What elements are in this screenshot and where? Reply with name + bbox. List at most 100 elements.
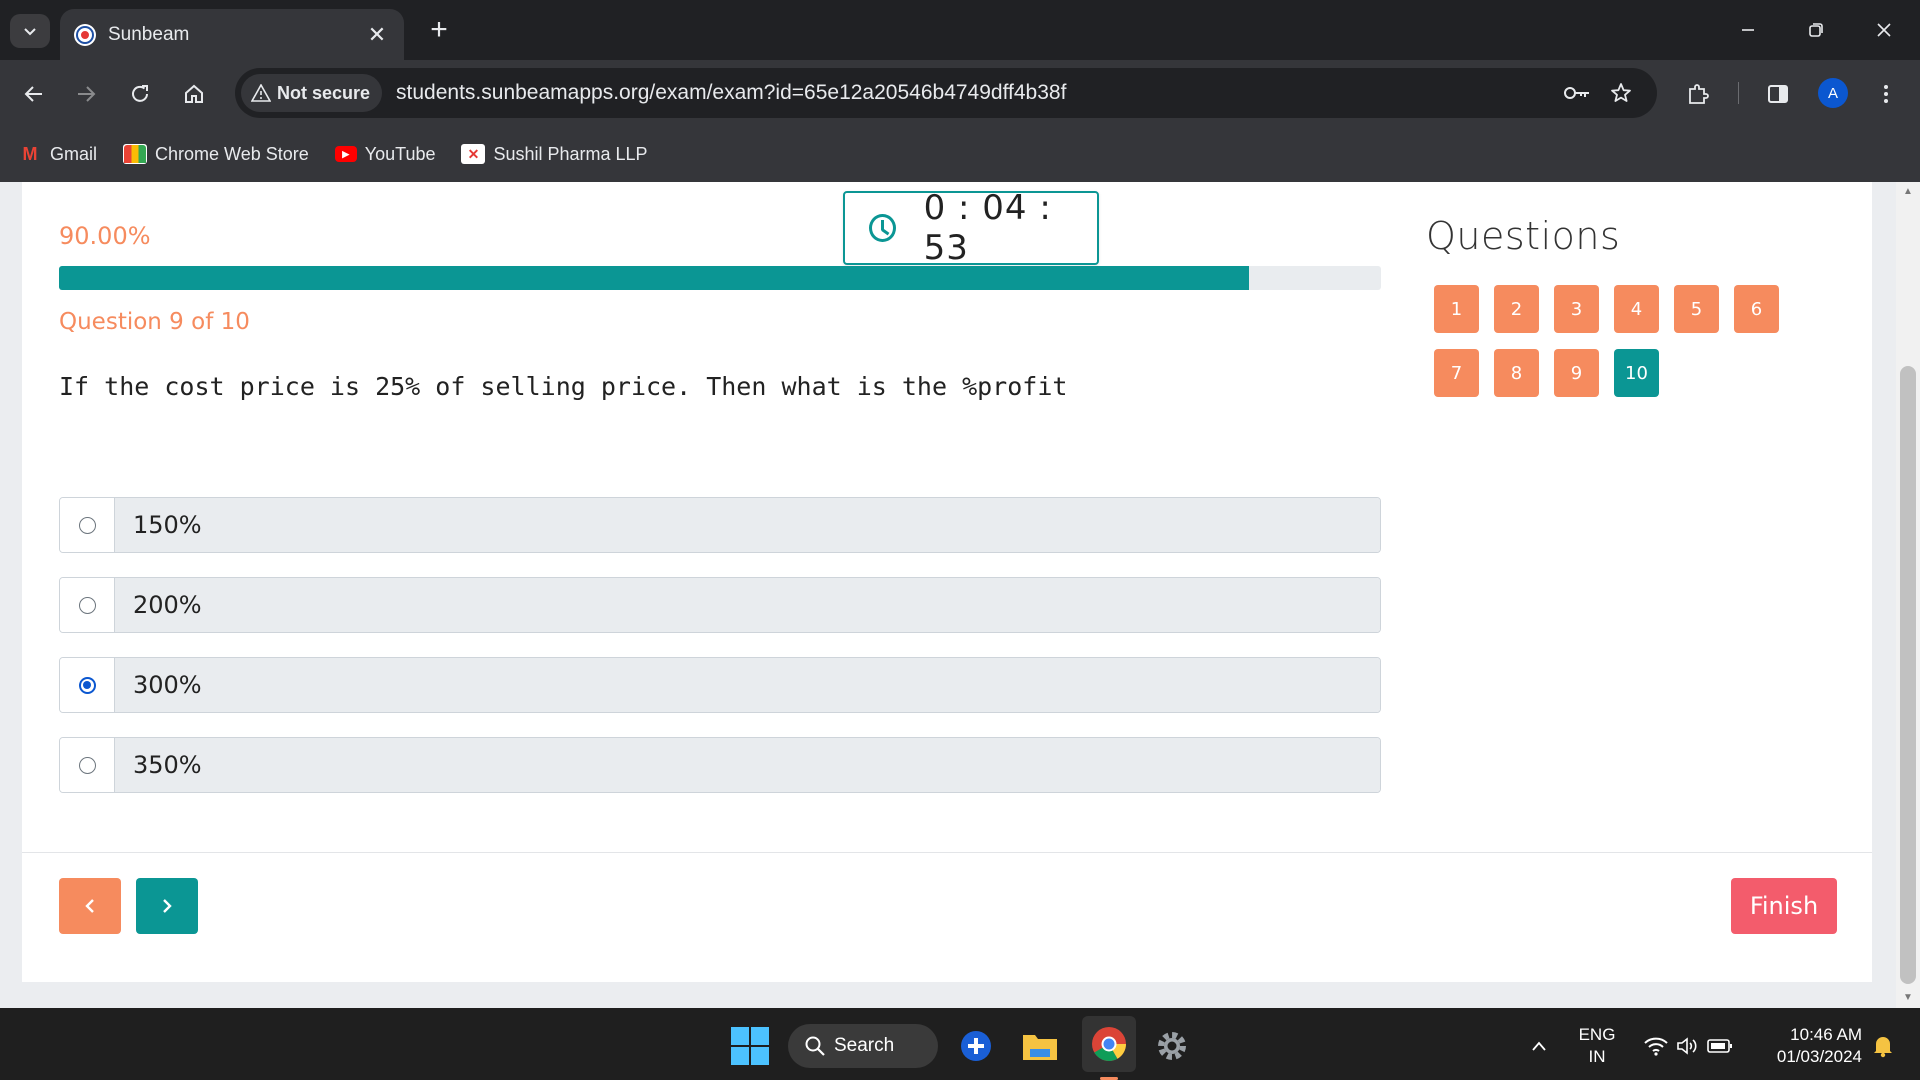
- radio-button-selected[interactable]: [78, 676, 96, 694]
- option-label[interactable]: 150%: [115, 498, 1380, 552]
- show-hidden-icons-button[interactable]: [1524, 1024, 1554, 1068]
- question-nav-8[interactable]: 8: [1494, 349, 1539, 397]
- star-icon: [1611, 83, 1631, 102]
- taskbar-settings[interactable]: [1150, 1024, 1194, 1068]
- progress-bar-fill: [59, 266, 1249, 290]
- start-button[interactable]: [728, 1024, 772, 1068]
- next-button[interactable]: [136, 878, 198, 934]
- taskbar-app-plus[interactable]: [954, 1024, 998, 1068]
- url-text: students.sunbeamapps.org/exam/exam?id=65…: [396, 81, 1067, 104]
- password-key-button[interactable]: [1555, 71, 1599, 115]
- profile-avatar[interactable]: A: [1818, 78, 1848, 108]
- scroll-down-arrow-icon[interactable]: ▼: [1896, 990, 1920, 1006]
- bookmark-gmail[interactable]: M Gmail: [18, 143, 98, 165]
- folder-icon: [1023, 1035, 1057, 1060]
- finish-button[interactable]: Finish: [1731, 878, 1837, 934]
- gmail-icon: M: [22, 143, 38, 164]
- scroll-up-arrow-icon[interactable]: ▲: [1896, 184, 1920, 200]
- radio-button[interactable]: [78, 756, 96, 774]
- sushil-pharma-icon: ✕: [461, 144, 486, 164]
- radio-button[interactable]: [78, 596, 96, 614]
- home-icon: [185, 84, 203, 103]
- language-line1: ENG: [1578, 1025, 1616, 1044]
- bookmark-star-button[interactable]: [1599, 71, 1643, 115]
- windows-taskbar: Search ENG IN 10:46 AM 01/03/2024: [0, 1008, 1920, 1080]
- system-status-tray[interactable]: [1638, 1024, 1738, 1068]
- question-nav-10-current[interactable]: 10: [1614, 349, 1659, 397]
- chevron-left-icon: [85, 899, 94, 913]
- forward-button[interactable]: [66, 74, 106, 114]
- chrome-icon: [1092, 1027, 1126, 1061]
- minimize-button[interactable]: [1728, 12, 1768, 48]
- bookmark-youtube[interactable]: ▶ YouTube: [334, 144, 435, 165]
- answer-option[interactable]: 350%: [59, 737, 1381, 793]
- bookmark-chrome-web-store[interactable]: Chrome Web Store: [123, 144, 309, 165]
- clock-icon: [869, 214, 896, 242]
- answer-option[interactable]: 300%: [59, 657, 1381, 713]
- reload-button[interactable]: [120, 74, 160, 114]
- search-icon: [805, 1036, 825, 1056]
- bookmark-sushil-pharma[interactable]: ✕ Sushil Pharma LLP: [461, 143, 648, 165]
- question-nav-2[interactable]: 2: [1494, 285, 1539, 333]
- taskbar-file-explorer[interactable]: [1018, 1024, 1062, 1068]
- option-label[interactable]: 300%: [115, 658, 1380, 712]
- option-radio-cell[interactable]: [60, 578, 115, 632]
- back-button[interactable]: [14, 74, 54, 114]
- chevron-up-icon: [1532, 1041, 1546, 1051]
- clock-time: 10:46 AM: [1790, 1025, 1862, 1044]
- question-nav-7[interactable]: 7: [1434, 349, 1479, 397]
- bell-icon: [1874, 1037, 1892, 1058]
- tab-title: Sunbeam: [108, 23, 190, 45]
- bookmark-label: Sushil Pharma LLP: [493, 143, 648, 164]
- tab-close-button[interactable]: ✕: [364, 22, 390, 48]
- exam-timer: 0 : 04 : 53: [843, 188, 1099, 268]
- browser-menu-button[interactable]: [1866, 74, 1906, 114]
- option-radio-cell[interactable]: [60, 498, 115, 552]
- question-nav-4[interactable]: 4: [1614, 285, 1659, 333]
- question-nav-9[interactable]: 9: [1554, 349, 1599, 397]
- clock-date: 01/03/2024: [1776, 1047, 1862, 1066]
- question-nav-5[interactable]: 5: [1674, 285, 1719, 333]
- security-label: Not secure: [277, 82, 371, 103]
- taskbar-search[interactable]: Search: [788, 1024, 938, 1068]
- tab-search-button[interactable]: [10, 14, 50, 48]
- chrome-web-store-icon: [123, 144, 148, 164]
- question-nav-3[interactable]: 3: [1554, 285, 1599, 333]
- toolbar-divider: [1738, 82, 1739, 104]
- option-label[interactable]: 200%: [115, 578, 1380, 632]
- option-radio-cell[interactable]: [60, 658, 115, 712]
- answer-option[interactable]: 150%: [59, 497, 1381, 553]
- volume-icon: [1677, 1037, 1697, 1055]
- previous-button[interactable]: [59, 878, 121, 934]
- question-nav-6[interactable]: 6: [1734, 285, 1779, 333]
- side-panel-button[interactable]: [1758, 74, 1798, 114]
- question-counter: Question 9 of 10: [59, 309, 250, 335]
- language-indicator[interactable]: ENG IN: [1570, 1024, 1624, 1068]
- restore-button[interactable]: [1796, 12, 1836, 48]
- extensions-button[interactable]: [1678, 74, 1718, 114]
- question-nav-1[interactable]: 1: [1434, 285, 1479, 333]
- key-icon: [1564, 87, 1589, 99]
- radio-button[interactable]: [78, 516, 96, 534]
- close-window-button[interactable]: [1864, 12, 1904, 48]
- minimize-icon: [1742, 29, 1754, 31]
- option-label[interactable]: 350%: [115, 738, 1380, 792]
- youtube-icon: ▶: [334, 146, 357, 162]
- scrollbar-thumb[interactable]: [1900, 366, 1916, 984]
- new-tab-button[interactable]: +: [424, 14, 454, 46]
- security-indicator[interactable]: Not secure: [241, 74, 383, 112]
- language-line2: IN: [1588, 1047, 1606, 1066]
- home-button[interactable]: [174, 74, 214, 114]
- page-scrollbar[interactable]: ▲ ▼: [1896, 182, 1920, 1008]
- address-bar[interactable]: Not secure students.sunbeamapps.org/exam…: [235, 68, 1657, 118]
- browser-tab[interactable]: Sunbeam ✕: [60, 9, 404, 60]
- windows-logo-icon: [731, 1027, 769, 1065]
- taskbar-chrome[interactable]: [1082, 1016, 1136, 1080]
- answer-option[interactable]: 200%: [59, 577, 1381, 633]
- browser-titlebar: Sunbeam ✕ +: [0, 0, 1920, 60]
- clock[interactable]: 10:46 AM 01/03/2024: [1754, 1024, 1862, 1068]
- option-radio-cell[interactable]: [60, 738, 115, 792]
- notifications-button[interactable]: [1866, 1024, 1900, 1068]
- chevron-down-icon: [24, 28, 36, 36]
- sunbeam-favicon-icon: [74, 23, 96, 46]
